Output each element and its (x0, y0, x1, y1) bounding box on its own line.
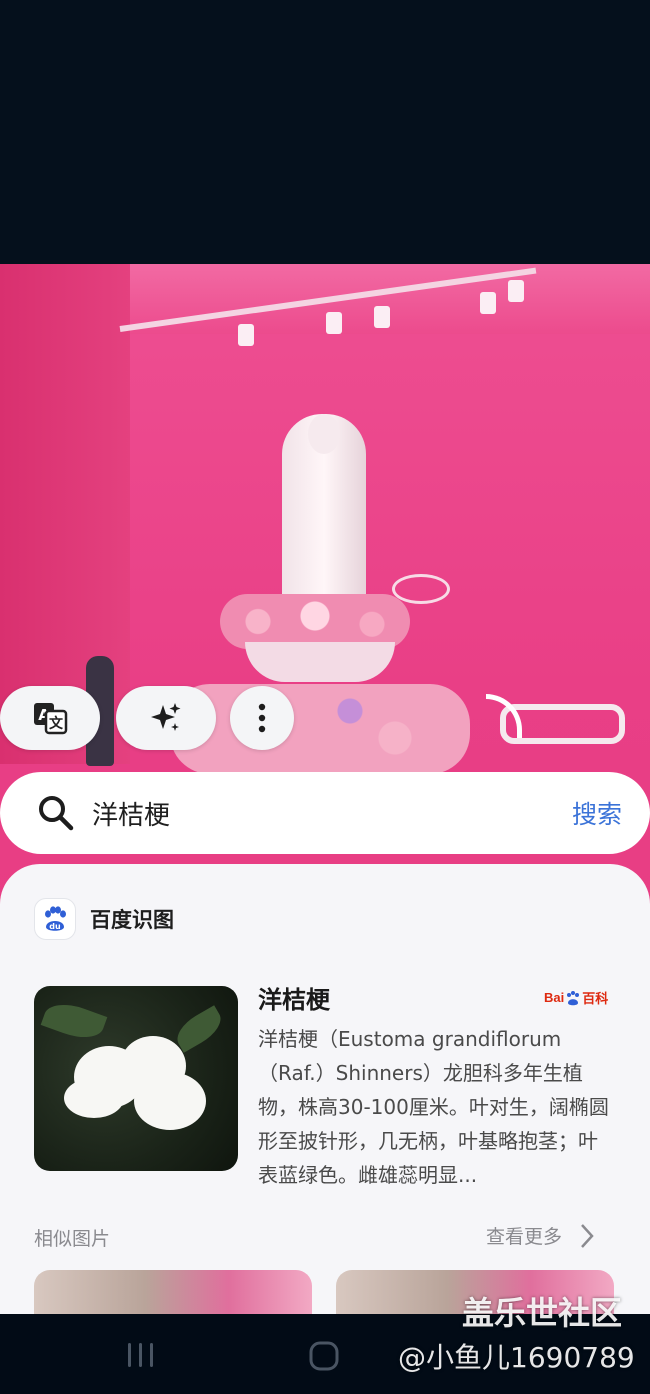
photo-spotlight (374, 306, 390, 328)
result-title[interactable]: 洋桔梗 (258, 980, 330, 1015)
svg-text:du: du (49, 922, 61, 931)
baidu-baike-logo: Bai 百科 (544, 988, 608, 1007)
search-query-text[interactable]: 洋桔梗 (92, 795, 572, 832)
source-header: du 百度识图 (34, 898, 174, 940)
watermark-community: 盖乐世社区 (462, 1294, 623, 1332)
photo-leaf (40, 996, 108, 1046)
home-icon[interactable] (308, 1340, 340, 1372)
photo-spotlight (480, 292, 496, 314)
photo-spotlight (326, 312, 342, 334)
search-icon (39, 796, 74, 831)
brand-bai-text: Bai (544, 990, 565, 1005)
photo-flower-crown (220, 594, 410, 649)
status-bar (0, 0, 650, 60)
photo-spotlight (508, 280, 524, 302)
more-options-button[interactable] (230, 686, 294, 750)
sparkle-icon (151, 703, 181, 731)
more-vertical-icon (258, 703, 266, 733)
photo-statue-head (308, 414, 340, 454)
results-panel: du 百度识图 洋桔梗 Bai 百科 洋桔梗（Eustoma grandiflo… (0, 864, 650, 1330)
recent-apps-icon[interactable] (126, 1342, 156, 1368)
watermark-author: @小鱼儿1690789 (398, 1341, 635, 1374)
ai-assist-button[interactable] (116, 686, 216, 750)
photo-petal (134, 1072, 206, 1130)
search-bar[interactable]: 洋桔梗 搜索 (0, 772, 650, 854)
result-description[interactable]: 洋桔梗（Eustoma grandiflorum（Raf.）Shinners）龙… (258, 1022, 614, 1192)
similar-images-label: 相似图片 (34, 1228, 111, 1250)
chevron-right-icon (581, 1223, 594, 1248)
result-flower-image[interactable] (34, 986, 238, 1171)
baidu-paw-small-icon (567, 990, 580, 1005)
photo-petal (64, 1078, 124, 1118)
photo-fountain-basin (245, 642, 395, 682)
top-black-area (0, 0, 650, 264)
translate-button[interactable]: A 文 (0, 686, 100, 750)
search-button[interactable]: 搜索 (572, 795, 622, 831)
translate-icon: A 文 (34, 703, 68, 735)
photo-flowerbed (170, 684, 470, 774)
svg-text:文: 文 (49, 715, 64, 732)
photo-leaf (170, 1005, 228, 1053)
brand-baike-text: 百科 (582, 992, 609, 1007)
photo-wall-ornament (392, 574, 450, 604)
source-name: 百度识图 (90, 908, 174, 932)
view-more-link[interactable]: 查看更多 (486, 1222, 594, 1249)
view-more-label: 查看更多 (486, 1226, 563, 1248)
baidu-paw-icon: du (34, 898, 76, 940)
photo-spotlight (238, 324, 254, 346)
